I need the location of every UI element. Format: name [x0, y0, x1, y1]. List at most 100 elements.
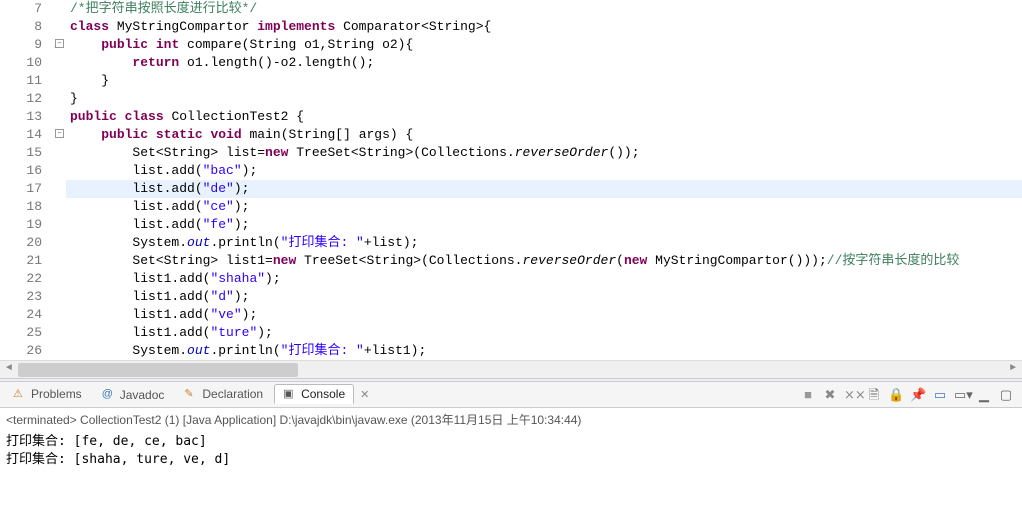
code-text[interactable]: list.add("bac");: [66, 162, 257, 180]
gutter-marker: [48, 324, 66, 342]
problems-icon: ⚠: [13, 387, 27, 401]
code-line[interactable]: 16 list.add("bac");: [0, 162, 1022, 180]
code-line[interactable]: 11 }: [0, 72, 1022, 90]
minimize-icon[interactable]: ▁: [976, 387, 992, 403]
gutter-marker: [48, 54, 66, 72]
line-number: 23: [0, 288, 48, 306]
console-icon: ▣: [283, 387, 297, 401]
gutter-marker: [48, 216, 66, 234]
code-text[interactable]: list1.add("ve");: [66, 306, 257, 324]
code-editor[interactable]: 7 /*把字符串按照长度进行比较*/8class MyStringComparto…: [0, 0, 1022, 360]
code-line[interactable]: 25 list1.add("ture");: [0, 324, 1022, 342]
code-line[interactable]: 12}: [0, 90, 1022, 108]
gutter-marker: [48, 198, 66, 216]
console-toolbar: ■ ✖ ⨯⨯ 🗎 🔒 📌 ▭ ▭▾ ▁ ▢: [800, 387, 1018, 403]
line-number: 9: [0, 36, 48, 54]
view-tab-console[interactable]: ▣ Console: [274, 384, 354, 404]
code-line[interactable]: 23 list1.add("d");: [0, 288, 1022, 306]
code-line[interactable]: 22 list1.add("shaha");: [0, 270, 1022, 288]
code-text[interactable]: }: [66, 90, 78, 108]
line-number: 21: [0, 252, 48, 270]
scroll-right-arrow-icon[interactable]: ►: [1004, 361, 1022, 379]
gutter-marker: [48, 252, 66, 270]
line-number: 13: [0, 108, 48, 126]
code-line[interactable]: 19 list.add("fe");: [0, 216, 1022, 234]
code-line[interactable]: 8class MyStringCompartor implements Comp…: [0, 18, 1022, 36]
code-text[interactable]: list.add("de");: [66, 180, 249, 198]
line-number: 18: [0, 198, 48, 216]
line-number: 14: [0, 126, 48, 144]
gutter-marker: [48, 108, 66, 126]
code-text[interactable]: }: [66, 72, 109, 90]
code-text[interactable]: System.out.println("打印集合: "+list1);: [66, 342, 426, 360]
code-line[interactable]: 13 public class CollectionTest2 {: [0, 108, 1022, 126]
view-tab-problems[interactable]: ⚠ Problems: [4, 384, 91, 404]
gutter-marker: [48, 288, 66, 306]
gutter-marker: [48, 180, 66, 198]
gutter-marker: [48, 72, 66, 90]
code-line[interactable]: 24 list1.add("ve");: [0, 306, 1022, 324]
code-line[interactable]: 14– public static void main(String[] arg…: [0, 126, 1022, 144]
view-tab-label: Problems: [31, 387, 82, 401]
gutter-marker: –: [48, 126, 66, 144]
remove-launch-icon[interactable]: ✖: [822, 387, 838, 403]
line-number: 25: [0, 324, 48, 342]
gutter-marker: [48, 342, 66, 360]
line-number: 16: [0, 162, 48, 180]
code-text[interactable]: /*把字符串按照长度进行比较*/: [66, 0, 257, 18]
view-tab-declaration[interactable]: ✎Declaration: [175, 384, 272, 404]
clear-console-icon[interactable]: 🗎: [866, 387, 882, 403]
gutter-marker: △–: [48, 36, 66, 54]
gutter-marker: [48, 18, 66, 36]
view-tab-label: Declaration: [202, 387, 263, 401]
fold-icon[interactable]: –: [55, 129, 64, 138]
code-line[interactable]: 10 return o1.length()-o2.length();: [0, 54, 1022, 72]
gutter-marker: [48, 90, 66, 108]
code-text[interactable]: Set<String> list=new TreeSet<String>(Col…: [66, 144, 640, 162]
code-line[interactable]: 20 System.out.println("打印集合: "+list);: [0, 234, 1022, 252]
console-line: 打印集合: [shaha, ture, ve, d]: [6, 451, 1016, 469]
scroll-left-arrow-icon[interactable]: ◄: [0, 361, 18, 379]
code-line[interactable]: 15 Set<String> list=new TreeSet<String>(…: [0, 144, 1022, 162]
horizontal-scrollbar[interactable]: ◄ ►: [0, 360, 1022, 378]
line-number: 20: [0, 234, 48, 252]
terminate-icon[interactable]: ■: [800, 387, 816, 403]
scroll-thumb[interactable]: [18, 363, 298, 377]
line-number: 7: [0, 0, 48, 18]
gutter-marker: [48, 270, 66, 288]
code-text[interactable]: list.add("fe");: [66, 216, 249, 234]
gutter-marker: [48, 144, 66, 162]
code-line[interactable]: 9△– public int compare(String o1,String …: [0, 36, 1022, 54]
code-text[interactable]: list1.add("shaha");: [66, 270, 281, 288]
code-text[interactable]: class MyStringCompartor implements Compa…: [66, 18, 491, 36]
code-text[interactable]: list.add("ce");: [66, 198, 249, 216]
code-text[interactable]: public static void main(String[] args) {: [66, 126, 413, 144]
code-line[interactable]: 18 list.add("ce");: [0, 198, 1022, 216]
fold-icon[interactable]: –: [55, 39, 64, 48]
gutter-marker: [48, 162, 66, 180]
view-tab-javadoc[interactable]: @Javadoc: [93, 385, 174, 405]
code-line[interactable]: 21 Set<String> list1=new TreeSet<String>…: [0, 252, 1022, 270]
code-text[interactable]: System.out.println("打印集合: "+list);: [66, 234, 418, 252]
views-tabbar: ⚠Problems@Javadoc✎Declaration▣Console ✕ …: [0, 382, 1022, 408]
code-text[interactable]: list1.add("ture");: [66, 324, 273, 342]
remove-all-icon[interactable]: ⨯⨯: [844, 387, 860, 403]
code-text[interactable]: return o1.length()-o2.length();: [66, 54, 374, 72]
scroll-lock-icon[interactable]: 🔒: [888, 387, 904, 403]
view-tab-label: Console: [301, 387, 345, 401]
code-line[interactable]: 26 System.out.println("打印集合: "+list1);: [0, 342, 1022, 360]
gutter-marker: [48, 306, 66, 324]
line-number: 15: [0, 144, 48, 162]
code-line[interactable]: 17 list.add("de");: [0, 180, 1022, 198]
code-text[interactable]: public class CollectionTest2 {: [66, 108, 304, 126]
open-console-icon[interactable]: ▭▾: [954, 387, 970, 403]
close-tab-icon[interactable]: ✕: [360, 388, 369, 401]
pin-console-icon[interactable]: 📌: [910, 387, 926, 403]
console-output[interactable]: 打印集合: [fe, de, ce, bac]打印集合: [shaha, tur…: [0, 431, 1022, 471]
maximize-icon[interactable]: ▢: [998, 387, 1014, 403]
code-text[interactable]: public int compare(String o1,String o2){: [66, 36, 413, 54]
code-line[interactable]: 7 /*把字符串按照长度进行比较*/: [0, 0, 1022, 18]
code-text[interactable]: Set<String> list1=new TreeSet<String>(Co…: [66, 252, 959, 270]
code-text[interactable]: list1.add("d");: [66, 288, 249, 306]
display-console-icon[interactable]: ▭: [932, 387, 948, 403]
